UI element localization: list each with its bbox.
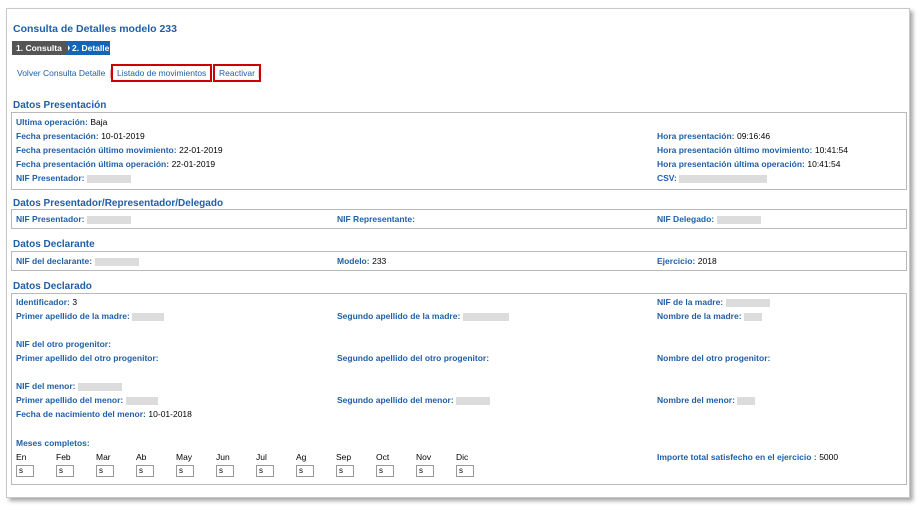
- listado-box: Listado de movimientos: [111, 64, 213, 82]
- section-datos-presentacion: Datos Presentación: [13, 100, 107, 111]
- segundo-apellido-madre-row: Segundo apellido de la madre:: [337, 311, 509, 321]
- fecha-presentacion-row: Fecha presentación: 10-01-2019: [16, 131, 145, 141]
- month-input[interactable]: s: [136, 465, 154, 477]
- primer-apellido-madre-row: Primer apellido de la madre:: [16, 311, 165, 321]
- month-label: Mar: [96, 452, 111, 462]
- month-input[interactable]: s: [216, 465, 234, 477]
- month-label: Jul: [256, 452, 267, 462]
- main-panel: Consulta de Detalles modelo 233 1. Consu…: [6, 8, 910, 498]
- reactivar-box: Reactivar: [213, 64, 261, 82]
- action-links: Volver Consulta Detalle |: [17, 68, 112, 78]
- redacted-value: [87, 174, 132, 183]
- reactivar-link[interactable]: Reactivar: [213, 64, 261, 82]
- nif-declarante-row: NIF del declarante:: [16, 256, 139, 266]
- step-detalle[interactable]: 2. Detalle: [65, 41, 110, 55]
- volver-consulta-link[interactable]: Volver Consulta Detalle: [17, 68, 105, 78]
- month-input[interactable]: s: [336, 465, 354, 477]
- section-datos-declarado: Datos Declarado: [13, 281, 92, 292]
- fecha-nac-menor-row: Fecha de nacimiento del menor: 10-01-201…: [16, 409, 192, 419]
- identificador-row: Identificador: 3: [16, 297, 78, 307]
- month-label: En: [16, 452, 27, 462]
- nombre-menor-row: Nombre del menor:: [657, 395, 756, 405]
- month-input[interactable]: s: [256, 465, 274, 477]
- redacted-value: [94, 257, 139, 266]
- meses-completos-label: Meses completos:: [16, 438, 90, 448]
- redacted-value: [679, 174, 768, 183]
- month-input[interactable]: s: [96, 465, 114, 477]
- month-label: Feb: [56, 452, 71, 462]
- nombre-otro-row: Nombre del otro progenitor:: [657, 353, 771, 363]
- redacted-value: [725, 298, 770, 307]
- month-label: Ag: [296, 452, 307, 462]
- nif-otro-row: NIF del otro progenitor:: [16, 339, 111, 349]
- month-label: Nov: [416, 452, 432, 462]
- redacted-value: [456, 396, 491, 405]
- ejercicio-row: Ejercicio: 2018: [657, 256, 717, 266]
- fecha-ultimo-mov-row: Fecha presentación último movimiento: 22…: [16, 145, 223, 155]
- link-separator: |: [258, 68, 261, 78]
- hora-ultimo-mov-row: Hora presentación último movimiento: 10:…: [657, 145, 848, 155]
- redacted-value: [125, 396, 158, 405]
- section-datos-declarante: Datos Declarante: [13, 239, 95, 250]
- nif-delegado-row: NIF Delegado:: [657, 214, 761, 224]
- nif-presentador-2-row: NIF Presentador:: [16, 214, 132, 224]
- redacted-value: [737, 396, 756, 405]
- redacted-value: [716, 215, 761, 224]
- page-title: Consulta de Detalles modelo 233: [13, 23, 177, 35]
- nombre-madre-row: Nombre de la madre:: [657, 311, 763, 321]
- month-input[interactable]: s: [56, 465, 74, 477]
- section-datos-presentador: Datos Presentador/Representador/Delegado: [13, 198, 224, 209]
- month-input[interactable]: s: [296, 465, 314, 477]
- month-input[interactable]: s: [416, 465, 434, 477]
- month-label: Jun: [216, 452, 230, 462]
- redacted-value: [132, 312, 165, 321]
- modelo-row: Modelo: 233: [337, 256, 387, 266]
- primer-apellido-otro-row: Primer apellido del otro progenitor:: [16, 353, 159, 363]
- primer-apellido-menor-row: Primer apellido del menor:: [16, 395, 158, 405]
- link-separator: |: [210, 68, 213, 78]
- ultima-operacion-row: Ultima operación: Baja: [16, 117, 108, 127]
- step-consulta[interactable]: 1. Consulta: [12, 41, 68, 55]
- nif-madre-row: NIF de la madre:: [657, 297, 770, 307]
- month-label: May: [176, 452, 193, 462]
- nif-presentador-row: NIF Presentador:: [16, 173, 132, 183]
- month-label: Sep: [336, 452, 352, 462]
- month-label: Oct: [376, 452, 390, 462]
- month-input[interactable]: s: [176, 465, 194, 477]
- presentador-box: [11, 209, 907, 229]
- csv-row: CSV:: [657, 173, 768, 183]
- fecha-ultima-op-row: Fecha presentación última operación: 22-…: [16, 159, 216, 169]
- month-label: Dic: [456, 452, 469, 462]
- importe-row: Importe total satisfecho en el ejercicio…: [657, 452, 839, 462]
- segundo-apellido-otro-row: Segundo apellido del otro progenitor:: [337, 353, 490, 363]
- redacted-value: [462, 312, 509, 321]
- month-input[interactable]: s: [16, 465, 34, 477]
- redacted-value: [744, 312, 763, 321]
- month-input[interactable]: s: [376, 465, 394, 477]
- redacted-value: [87, 215, 132, 224]
- nif-menor-row: NIF del menor:: [16, 381, 123, 391]
- hora-presentacion-row: Hora presentación: 09:16:46: [657, 131, 771, 141]
- declarante-box: [11, 251, 907, 271]
- nif-representante-row: NIF Representante:: [337, 214, 415, 224]
- hora-ultima-op-row: Hora presentación última operación: 10:4…: [657, 159, 841, 169]
- listado-movimientos-link[interactable]: Listado de movimientos: [111, 64, 213, 82]
- month-label: Ab: [136, 452, 147, 462]
- redacted-value: [78, 382, 123, 391]
- month-input[interactable]: s: [456, 465, 474, 477]
- segundo-apellido-menor-row: Segundo apellido del menor:: [337, 395, 491, 405]
